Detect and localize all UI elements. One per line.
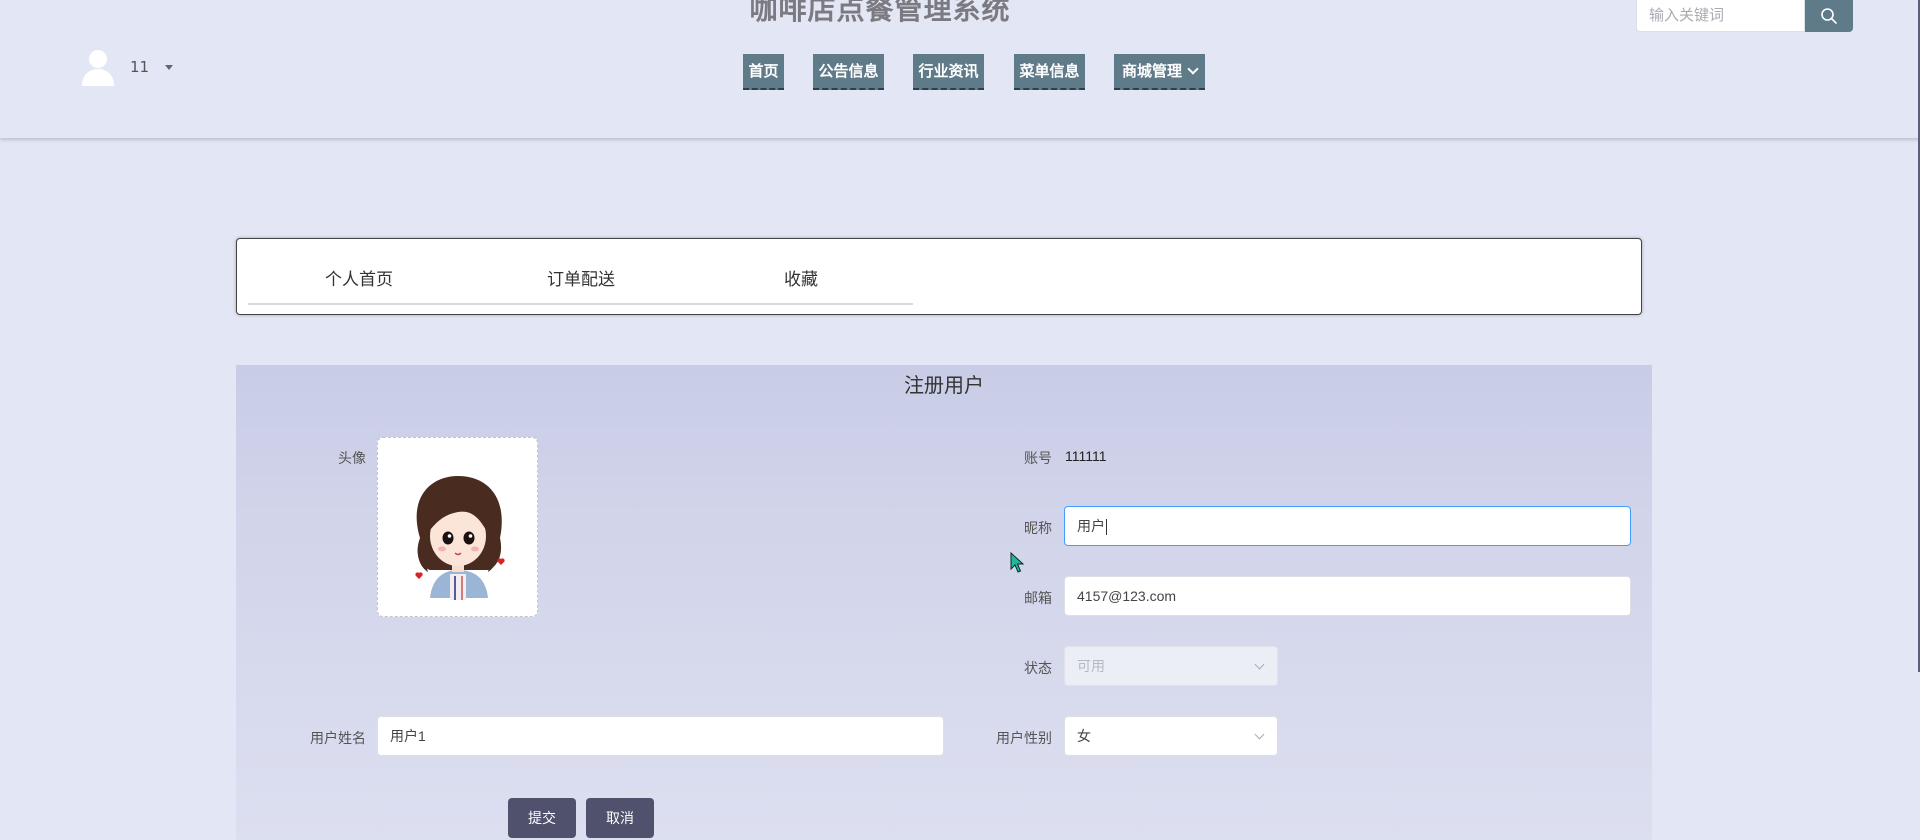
nav-home[interactable]: 首页: [743, 54, 784, 90]
nav-menu-info[interactable]: 菜单信息: [1014, 54, 1085, 90]
status-select: 可用: [1064, 646, 1278, 686]
email-value: 4157@123.com: [1077, 588, 1177, 604]
gender-value: 女: [1077, 728, 1091, 744]
nickname-label: 昵称: [1024, 520, 1052, 536]
tab-favorites[interactable]: 收藏: [784, 265, 818, 290]
nav-home-label: 首页: [748, 63, 779, 80]
profile-tabs-card: 个人首页 订单配送 收藏: [236, 238, 1642, 315]
nav-industry-news-label: 行业资讯: [918, 63, 979, 80]
nav-notice[interactable]: 公告信息: [813, 54, 884, 90]
chevron-down-icon: [1254, 659, 1265, 670]
nav-mall-management[interactable]: 商城管理: [1114, 54, 1205, 90]
user-name: 11: [130, 58, 150, 76]
site-title: 咖啡店点餐管理系统: [749, 0, 1011, 26]
search-input[interactable]: [1636, 0, 1805, 32]
cancel-button[interactable]: 取消: [586, 798, 654, 838]
search-button[interactable]: [1805, 0, 1853, 32]
submit-button[interactable]: 提交: [508, 798, 576, 838]
nav-menu-info-label: 菜单信息: [1019, 63, 1080, 80]
status-value: 可用: [1077, 658, 1105, 674]
account-label: 账号: [1024, 450, 1052, 466]
nav-industry-news[interactable]: 行业资讯: [913, 54, 984, 90]
text-caret: [1106, 519, 1107, 536]
caret-down-icon[interactable]: [165, 64, 174, 70]
avatar-upload[interactable]: [377, 437, 538, 617]
nav-mall-management-label: 商城管理: [1121, 63, 1182, 80]
user-menu[interactable]: 11: [80, 48, 174, 86]
account-value: 111111: [1065, 448, 1107, 464]
nickname-value: 用户: [1077, 518, 1105, 534]
user-icon: [82, 50, 114, 86]
tab-personal-home[interactable]: 个人首页: [325, 265, 393, 290]
realname-value: 用户1: [390, 728, 426, 744]
tab-underline: [248, 303, 913, 305]
tab-order-delivery[interactable]: 订单配送: [547, 265, 615, 290]
form-title: 注册用户: [904, 375, 984, 397]
chevron-down-icon: [1187, 63, 1199, 75]
search-box: [1636, 0, 1853, 32]
top-header: 咖啡店点餐管理系统 11 首页 公告信息 行业资讯 菜单信息 商城管理: [0, 0, 1920, 138]
user-form-panel: 注册用户 头像 账号 111111 昵称 用户 邮箱 4157@123.com …: [236, 365, 1652, 840]
realname-label: 用户姓名: [310, 730, 366, 746]
nav-notice-label: 公告信息: [818, 63, 879, 80]
status-label: 状态: [1024, 660, 1052, 676]
gender-label: 用户性别: [996, 730, 1052, 746]
email-label: 邮箱: [1024, 590, 1052, 606]
avatar-label: 头像: [338, 450, 366, 466]
avatar-image: [415, 476, 505, 600]
mouse-cursor-icon: [1010, 552, 1024, 573]
gender-select[interactable]: 女: [1064, 716, 1278, 756]
search-icon: [1821, 8, 1837, 24]
chevron-down-icon: [1254, 729, 1265, 740]
email-input[interactable]: 4157@123.com: [1064, 576, 1631, 616]
realname-input[interactable]: 用户1: [377, 716, 944, 756]
nickname-input[interactable]: 用户: [1064, 506, 1631, 546]
